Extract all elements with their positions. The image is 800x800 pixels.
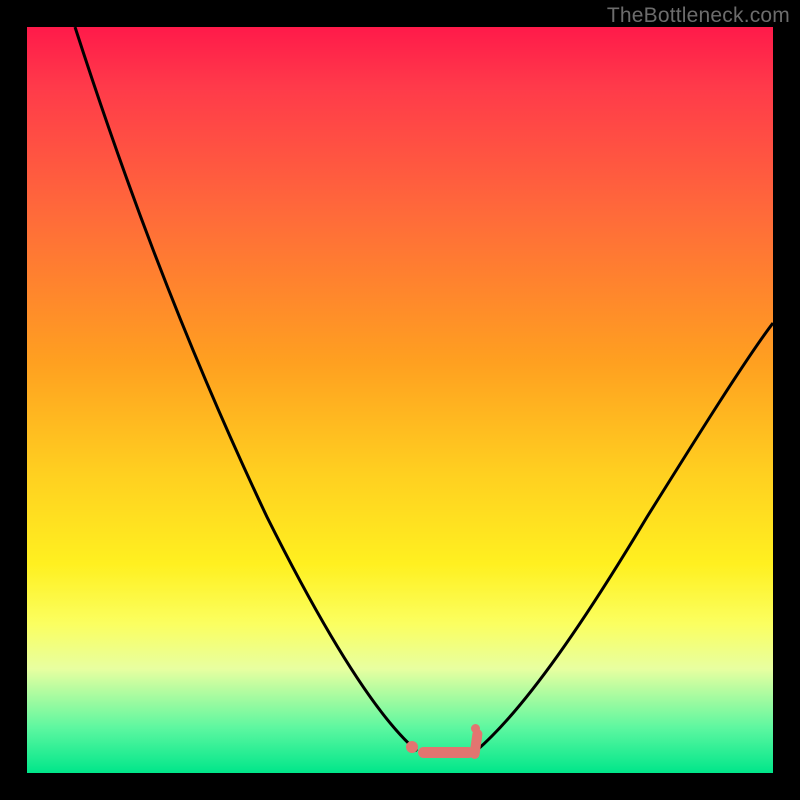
bottleneck-curve [27, 27, 773, 773]
watermark-text: TheBottleneck.com [607, 4, 790, 28]
chart-frame [27, 27, 773, 773]
marker-spike-tip [471, 724, 480, 733]
marker-dot-left [406, 741, 418, 753]
marker-flat-bar [418, 747, 474, 758]
marker-spike-mid [474, 734, 482, 742]
